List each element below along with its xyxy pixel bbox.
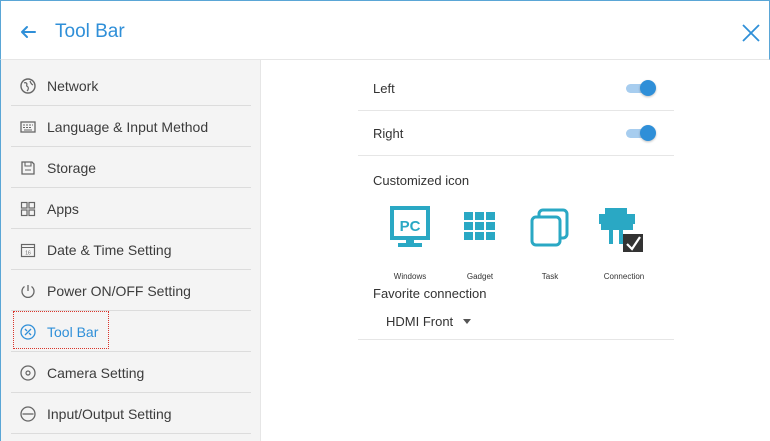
sidebar-item-label: Power ON/OFF Setting	[47, 282, 191, 299]
sidebar-item-input-output[interactable]: Input/Output Setting	[11, 394, 251, 434]
sidebar-item-date-time[interactable]: 16 Date & Time Setting	[11, 230, 251, 270]
sidebar-item-label: Network	[47, 77, 99, 94]
customized-icon-label: Customized icon	[373, 173, 470, 188]
header-bar: Tool Bar	[0, 0, 770, 60]
globe-icon	[20, 77, 36, 94]
sidebar-item-network[interactable]: Network	[11, 66, 251, 106]
sidebar-item-label: Apps	[47, 200, 79, 217]
toolbar-icon	[20, 323, 36, 340]
right-toolbar-row: Right	[358, 111, 674, 156]
connection-caption: Connection	[603, 272, 645, 281]
input-output-icon	[20, 405, 36, 422]
task-windows-icon	[530, 208, 569, 247]
connection-icon-tile[interactable]	[590, 204, 650, 254]
left-toolbar-row: Left	[358, 66, 674, 111]
camera-icon	[20, 364, 36, 381]
favorite-connection-dropdown[interactable]: HDMI Front	[386, 314, 472, 329]
right-label: Right	[373, 125, 404, 141]
windows-caption: Windows	[393, 272, 427, 281]
settings-sidebar: Network Language & Input Method Storage …	[0, 60, 261, 441]
tool-bar-settings-panel: Left Right Customized icon PC Windows Ga…	[262, 60, 770, 441]
windows-icon-tile[interactable]: PC	[380, 206, 440, 250]
sidebar-item-apps[interactable]: Apps	[11, 189, 251, 229]
calendar-icon: 16	[20, 243, 36, 257]
close-icon[interactable]	[739, 21, 763, 45]
sidebar-item-label: Camera Setting	[47, 364, 145, 381]
divider	[358, 339, 674, 340]
task-caption: Task	[541, 272, 559, 281]
sidebar-item-label: Language & Input Method	[47, 118, 209, 135]
pc-badge: PC	[400, 218, 421, 235]
favorite-connection-label: Favorite connection	[373, 286, 487, 301]
apps-grid-icon	[20, 201, 36, 216]
power-icon	[21, 284, 35, 298]
task-icon-tile[interactable]	[520, 206, 580, 250]
sidebar-item-power[interactable]: Power ON/OFF Setting	[11, 271, 251, 311]
gadget-caption: Gadget	[466, 272, 494, 281]
connection-icon	[599, 208, 643, 252]
back-arrow-icon[interactable]	[15, 19, 41, 45]
sidebar-item-storage[interactable]: Storage	[11, 148, 251, 188]
pc-monitor-icon: PC	[390, 206, 430, 247]
sidebar-item-label: Storage	[47, 159, 97, 176]
sidebar-item-tool-bar[interactable]: Tool Bar	[11, 312, 251, 352]
sidebar-item-language[interactable]: Language & Input Method	[11, 107, 251, 147]
left-label: Left	[373, 80, 395, 96]
gadget-grid-icon	[464, 212, 495, 240]
page-title: Tool Bar	[55, 21, 125, 42]
right-toggle[interactable]	[626, 125, 656, 141]
gadget-icon-tile[interactable]	[450, 208, 510, 252]
svg-text:16: 16	[25, 250, 31, 256]
keyboard-icon	[20, 120, 36, 133]
favorite-connection-value: HDMI Front	[386, 314, 454, 329]
left-toggle[interactable]	[626, 80, 656, 96]
sidebar-item-camera[interactable]: Camera Setting	[11, 353, 251, 393]
sidebar-item-label: Tool Bar	[47, 323, 99, 340]
dropdown-arrow-icon	[463, 319, 472, 324]
storage-icon	[21, 160, 35, 175]
sidebar-item-label: Input/Output Setting	[47, 405, 172, 422]
sidebar-item-label: Date & Time Setting	[47, 241, 172, 258]
